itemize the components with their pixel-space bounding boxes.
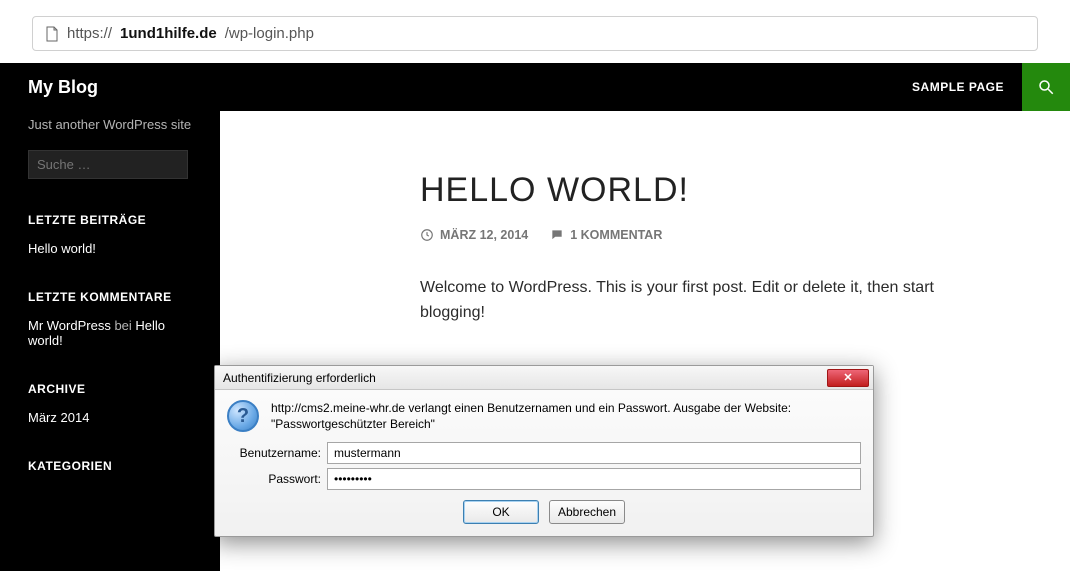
comment-joiner: bei [111,318,136,333]
comment-author-link[interactable]: Mr WordPress [28,318,111,333]
widget-title-archive: ARCHIVE [28,382,192,396]
url-host: 1und1hilfe.de [120,25,217,42]
username-input[interactable] [327,442,861,464]
browser-address-bar[interactable]: https:// 1und1hilfe.de/wp-login.php [32,16,1038,51]
post-meta: MÄRZ 12, 2014 1 KOMMENTAR [420,228,1070,242]
close-icon: ✕ [843,371,852,384]
dialog-titlebar[interactable]: Authentifizierung erforderlich ✕ [215,366,873,390]
password-row: Passwort: [227,468,861,490]
browser-address-bar-wrap: https:// 1und1hilfe.de/wp-login.php [0,0,1070,63]
widget-title-categories: KATEGORIEN [28,459,192,473]
widget-title-recent-posts: LETZTE BEITRÄGE [28,213,192,227]
url-path: /wp-login.php [225,25,314,42]
cancel-button[interactable]: Abbrechen [549,500,625,524]
site-title[interactable]: My Blog [0,77,220,98]
url-scheme: https:// [67,25,112,42]
dialog-button-row: OK Abbrechen [227,500,861,524]
post-date-link[interactable]: MÄRZ 12, 2014 [440,228,528,242]
username-label: Benutzername: [227,446,327,460]
auth-dialog: Authentifizierung erforderlich ✕ ? http:… [214,365,874,537]
comment-icon [550,228,564,242]
question-icon: ? [227,400,259,432]
dialog-message: http://cms2.meine-whr.de verlangt einen … [271,400,811,432]
ok-button[interactable]: OK [463,500,539,524]
search-input[interactable] [28,150,188,179]
widget-title-recent-comments: LETZTE KOMMENTARE [28,290,192,304]
search-icon [1037,78,1055,96]
post-comments-link[interactable]: 1 KOMMENTAR [570,228,662,242]
dialog-title: Authentifizierung erforderlich [223,371,827,385]
clock-icon [420,228,434,242]
dialog-close-button[interactable]: ✕ [827,369,869,387]
sidebar: Just another WordPress site LETZTE BEITR… [0,111,220,571]
post-body: Welcome to WordPress. This is your first… [420,276,940,326]
dialog-body: ? http://cms2.meine-whr.de verlangt eine… [215,390,873,536]
nav-sample-page[interactable]: SAMPLE PAGE [894,80,1022,94]
site-tagline: Just another WordPress site [28,117,192,132]
archive-link[interactable]: März 2014 [28,410,89,425]
recent-comment-item: Mr WordPress bei Hello world! [28,318,192,348]
password-input[interactable] [327,468,861,490]
search-toggle-button[interactable] [1022,63,1070,111]
password-label: Passwort: [227,472,327,486]
post-title[interactable]: HELLO WORLD! [420,171,1070,210]
recent-post-link[interactable]: Hello world! [28,241,96,256]
page-icon [45,26,59,42]
username-row: Benutzername: [227,442,861,464]
dialog-message-row: ? http://cms2.meine-whr.de verlangt eine… [227,400,861,432]
site-topbar: My Blog SAMPLE PAGE [0,63,1070,111]
